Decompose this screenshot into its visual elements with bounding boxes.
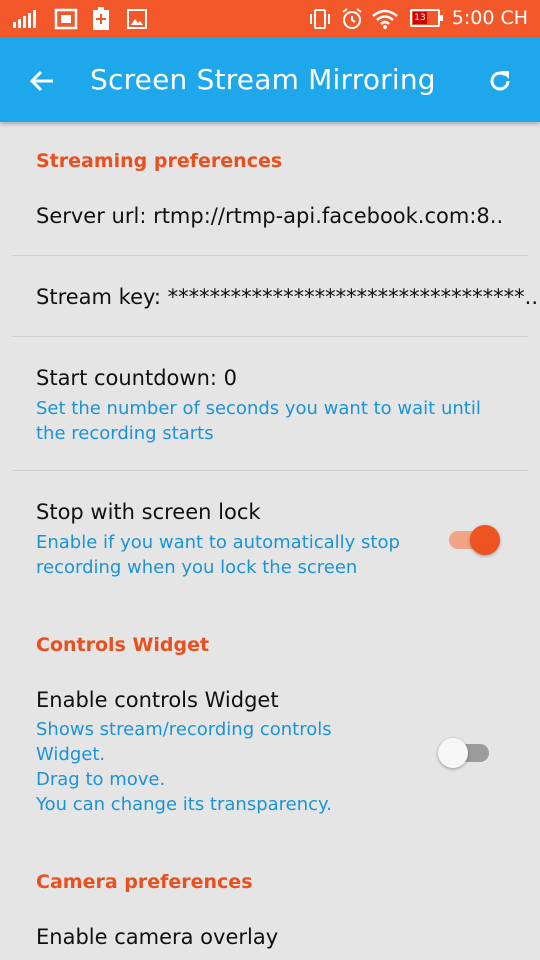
back-button[interactable] (22, 61, 62, 101)
vibrate-icon (306, 0, 334, 37)
start-countdown-summary: Set the number of seconds you want to wa… (36, 396, 481, 446)
section-header-controls: Controls Widget (36, 634, 210, 656)
stream-key-title: Stream key: ****************************… (36, 285, 538, 309)
app-bar: Screen Stream Mirroring (0, 37, 540, 122)
status-time: 5:00 CH (451, 7, 528, 29)
controls-widget-summary: Shows stream/recording controls Widget. … (36, 717, 332, 817)
battery-icon: 13 (410, 9, 443, 27)
wifi-icon (370, 0, 400, 37)
switch-thumb (470, 525, 500, 555)
page-title: Screen Stream Mirroring (90, 63, 436, 96)
section-header-camera: Camera preferences (36, 871, 253, 893)
summary-line: Widget. (36, 744, 106, 765)
sim-icon (52, 0, 80, 37)
refresh-icon (490, 71, 510, 91)
battery-plus-icon (88, 0, 114, 37)
divider (12, 470, 528, 471)
section-header-streaming: Streaming preferences (36, 150, 283, 172)
signal-icon (10, 0, 40, 37)
controls-widget-title: Enable controls Widget (36, 688, 279, 712)
summary-line: You can change its transparency. (36, 794, 332, 815)
arrow-back-icon (29, 70, 53, 92)
divider (12, 255, 528, 256)
summary-line: Enable if you want to automatically stop (36, 532, 400, 553)
summary-line: Drag to move. (36, 769, 166, 790)
summary-line: Shows stream/recording controls (36, 719, 332, 740)
camera-overlay-title: Enable camera overlay (36, 925, 279, 949)
status-bar: 13 5:00 CH (0, 0, 540, 37)
battery-level: 13 (413, 12, 427, 24)
controls-widget-toggle[interactable] (438, 734, 490, 768)
summary-line: recording when you lock the screen (36, 557, 358, 578)
start-countdown-title: Start countdown: 0 (36, 366, 237, 390)
image-icon (124, 0, 150, 37)
server-url-title: Server url: rtmp://rtmp-api.facebook.com… (36, 204, 504, 228)
stop-lock-summary: Enable if you want to automatically stop… (36, 530, 400, 580)
refresh-button[interactable] (480, 61, 520, 101)
alarm-icon (338, 0, 366, 37)
stop-lock-toggle[interactable] (446, 521, 500, 555)
switch-thumb (438, 738, 468, 768)
stop-lock-title: Stop with screen lock (36, 500, 261, 524)
summary-line: Set the number of seconds you want to wa… (36, 398, 481, 419)
summary-line: the recording starts (36, 423, 214, 444)
divider (12, 336, 528, 337)
